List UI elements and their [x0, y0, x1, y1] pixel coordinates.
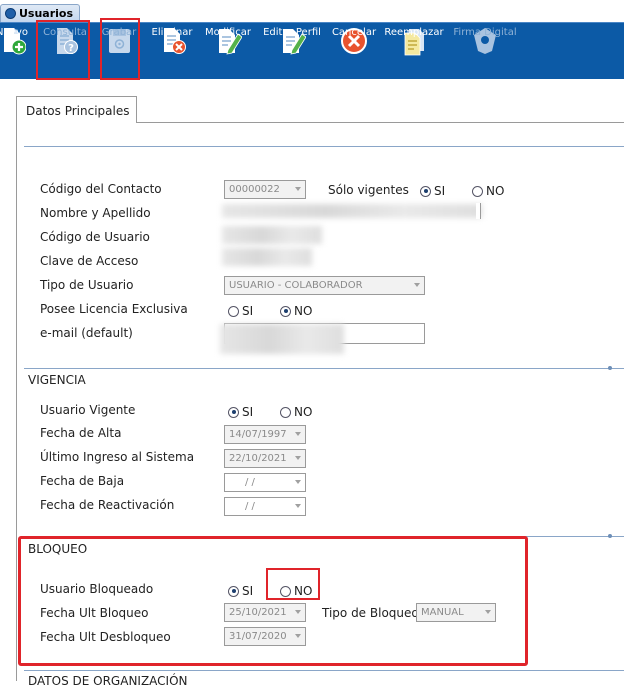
- chevron-down-icon: [295, 480, 301, 484]
- section-dot: [608, 534, 612, 538]
- app-logo-icon: [5, 8, 16, 19]
- email-label: e-mail (default): [40, 326, 133, 340]
- nuevo-label: Nuevo: [0, 27, 28, 38]
- reemplazar-button[interactable]: Reemplazar: [384, 23, 444, 79]
- ultimo-ingreso-picker[interactable]: 22/10/2021: [224, 449, 306, 468]
- tipo-usuario-value: USUARIO - COLABORADOR: [229, 280, 363, 291]
- usuario-vigente-no-radio[interactable]: NO: [280, 405, 312, 419]
- clave-acceso-label: Clave de Acceso: [40, 254, 139, 268]
- reemplazar-label: Reemplazar: [384, 27, 444, 38]
- radio-selected-icon: [228, 406, 239, 418]
- firma-digital-button[interactable]: Firma Digital: [452, 23, 518, 79]
- eliminar-button[interactable]: Eliminar: [150, 23, 194, 79]
- organizacion-title: DATOS DE ORGANIZACIÓN: [28, 674, 188, 688]
- section-divider: [24, 146, 624, 147]
- nombre-apellido-input[interactable]: [476, 203, 481, 219]
- radio-unselected-icon: [472, 185, 483, 197]
- licencia-si-label: SI: [242, 304, 254, 318]
- modificar-button[interactable]: Modificar: [202, 23, 254, 79]
- fecha-baja-label: Fecha de Baja: [40, 474, 125, 488]
- licencia-no-label: NO: [294, 304, 313, 318]
- highlight-bloqueado-no: [266, 568, 320, 600]
- solo-vigentes-no-radio[interactable]: NO: [472, 184, 504, 198]
- nombre-apellido-label: Nombre y Apellido: [40, 206, 151, 220]
- window-tab-label: Usuarios: [19, 7, 74, 20]
- licencia-no-radio[interactable]: NO: [280, 304, 312, 318]
- vigencia-title: VIGENCIA: [28, 373, 86, 387]
- section-dot: [608, 366, 612, 370]
- fecha-alta-label: Fecha de Alta: [40, 426, 122, 440]
- nuevo-button[interactable]: Nuevo: [0, 23, 32, 79]
- editar-perfil-button[interactable]: Editar Perfil: [260, 23, 324, 79]
- chevron-down-icon: [295, 432, 301, 436]
- usuario-vigente-no-label: NO: [294, 405, 313, 419]
- nombre-apellido-redacted: [222, 204, 482, 218]
- tab-datos-principales[interactable]: Datos Principales: [16, 96, 137, 123]
- eliminar-label: Eliminar: [151, 27, 193, 38]
- licencia-si-radio[interactable]: SI: [228, 304, 253, 318]
- fecha-reactivacion-picker[interactable]: / /: [224, 497, 306, 516]
- ultimo-ingreso-value: 22/10/2021: [229, 453, 287, 464]
- fecha-reactivacion-label: Fecha de Reactivación: [40, 498, 175, 512]
- email-redacted: [220, 324, 344, 354]
- solo-vigentes-no-label: NO: [486, 184, 505, 198]
- usuario-vigente-si-radio[interactable]: SI: [228, 405, 253, 419]
- fecha-alta-picker[interactable]: 14/07/1997: [224, 425, 306, 444]
- codigo-contacto-value: 00000022: [229, 184, 280, 195]
- cancelar-label: Cancelar: [331, 27, 377, 38]
- codigo-contacto-label: Código del Contacto: [40, 182, 162, 196]
- ultimo-ingreso-label: Último Ingreso al Sistema: [40, 450, 195, 464]
- codigo-usuario-redacted: [222, 226, 322, 244]
- chevron-down-icon: [414, 283, 420, 287]
- codigo-contacto-select[interactable]: 00000022: [224, 180, 306, 199]
- solo-vigentes-label: Sólo vigentes: [328, 183, 409, 197]
- clave-acceso-redacted: [222, 248, 312, 266]
- solo-vigentes-si-radio[interactable]: SI: [420, 184, 445, 198]
- editar-perfil-label: Editar Perfil: [263, 27, 321, 38]
- fecha-baja-value: / /: [245, 477, 255, 488]
- tipo-usuario-select[interactable]: USUARIO - COLABORADOR: [224, 276, 425, 295]
- tipo-usuario-label: Tipo de Usuario: [40, 278, 134, 292]
- highlight-consulta: [36, 20, 90, 80]
- chevron-down-icon: [295, 504, 301, 508]
- usuario-vigente-si-label: SI: [242, 405, 254, 419]
- highlight-grabar: [100, 18, 140, 80]
- fecha-baja-picker[interactable]: / /: [224, 473, 306, 492]
- firma-digital-label: Firma Digital: [453, 27, 517, 38]
- radio-unselected-icon: [280, 406, 291, 418]
- modificar-label: Modificar: [205, 27, 251, 38]
- fecha-reactivacion-value: / /: [245, 501, 255, 512]
- chevron-down-icon: [295, 187, 301, 191]
- chevron-down-icon: [295, 456, 301, 460]
- main-toolbar: Nuevo ? Consulta Grabar: [0, 22, 624, 79]
- radio-selected-icon: [420, 185, 431, 197]
- fecha-alta-value: 14/07/1997: [229, 429, 287, 440]
- tab-datos-principales-label: Datos Principales: [26, 104, 130, 118]
- window-titlebar: Usuarios: [0, 0, 624, 22]
- vigencia-divider: [24, 368, 624, 369]
- usuario-vigente-label: Usuario Vigente: [40, 403, 136, 417]
- solo-vigentes-si-label: SI: [434, 184, 446, 198]
- tab-frame: [16, 122, 17, 681]
- cancelar-button[interactable]: Cancelar: [330, 23, 378, 79]
- organizacion-divider: [24, 670, 624, 671]
- licencia-exclusiva-label: Posee Licencia Exclusiva: [40, 302, 188, 316]
- radio-selected-icon: [280, 305, 291, 317]
- codigo-usuario-label: Código de Usuario: [40, 230, 150, 244]
- radio-unselected-icon: [228, 305, 239, 317]
- highlight-bloqueo-section: [18, 536, 528, 666]
- tab-baseline: [136, 122, 624, 123]
